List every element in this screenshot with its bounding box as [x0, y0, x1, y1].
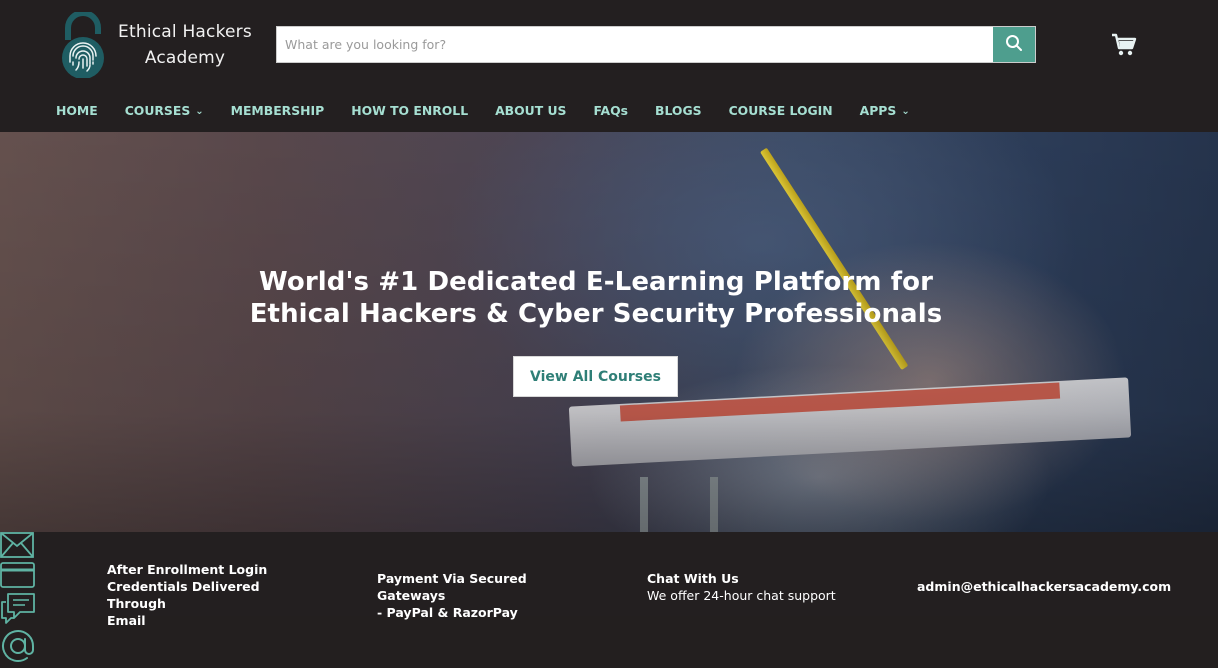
feature-contact[interactable]: admin@ethicalhackersacademy.com	[0, 579, 1218, 668]
feature-chat-title: Chat With Us	[647, 571, 739, 586]
at-sign-icon	[0, 630, 36, 668]
feature-email-line1: After Enrollment Login	[107, 562, 268, 577]
hero-title-line2: Ethical Hackers & Cyber Security Profess…	[249, 299, 943, 329]
feature-payment-text: Payment Via Secured Gateways - PayPal & …	[377, 570, 592, 621]
chat-bubbles-icon	[0, 593, 36, 628]
site-header: Ethical Hackers Academy HOME CO	[0, 0, 1218, 132]
main-nav: HOME COURSES ⌄ MEMBERSHIP HOW TO ENROLL A…	[56, 101, 937, 119]
chevron-down-icon: ⌄	[195, 105, 204, 117]
feature-email-text: After Enrollment Login Credentials Deliv…	[107, 561, 317, 629]
nav-item-label: BLOGS	[655, 102, 702, 118]
chevron-down-icon: ⌄	[901, 105, 910, 117]
hero-title-line1: World's #1 Dedicated E-Learning Platform…	[259, 267, 933, 297]
hero-title: World's #1 Dedicated E-Learning Platform…	[0, 266, 1192, 330]
nav-item-membership[interactable]: MEMBERSHIP	[231, 103, 325, 118]
hero-overlay	[0, 132, 1218, 532]
feature-email-line3: Email	[107, 613, 146, 628]
contact-email[interactable]: admin@ethicalhackersacademy.com	[917, 579, 1171, 594]
cart-icon	[1110, 33, 1138, 62]
search-input[interactable]	[277, 27, 993, 62]
brand-logo[interactable]: Ethical Hackers Academy	[59, 10, 259, 79]
feature-email-delivery: After Enrollment Login Credentials Deliv…	[0, 532, 1218, 628]
feature-payment-line2: - PayPal & RazorPay	[377, 605, 518, 620]
nav-item-label: ABOUT US	[495, 102, 567, 118]
brand-name: Ethical Hackers Academy	[115, 19, 255, 71]
nav-item-label: HOME	[56, 102, 98, 118]
brand-name-line1: Ethical Hackers	[118, 22, 252, 42]
fingerprint-lock-icon	[59, 10, 107, 79]
nav-item-label: COURSES	[124, 102, 191, 118]
nav-item-label: FAQs	[593, 102, 629, 118]
feature-contact-text: admin@ethicalhackersacademy.com	[917, 578, 1177, 595]
nav-item-label: MEMBERSHIP	[230, 102, 325, 118]
search-button[interactable]	[993, 27, 1035, 62]
brand-name-line2: Academy	[144, 48, 226, 68]
credit-card-icon	[0, 562, 35, 592]
envelope-icon	[0, 532, 34, 562]
nav-item-home[interactable]: HOME	[56, 103, 98, 118]
nav-item-blogs[interactable]: BLOGS	[655, 103, 702, 118]
nav-item-label: HOW TO ENROLL	[351, 102, 469, 118]
feature-email-line2: Credentials Delivered Through	[107, 579, 260, 611]
nav-item-apps[interactable]: APPS ⌄	[860, 103, 910, 118]
view-all-courses-button[interactable]: View All Courses	[513, 356, 678, 397]
hero-banner: World's #1 Dedicated E-Learning Platform…	[0, 132, 1218, 532]
search-bar	[276, 26, 1036, 63]
nav-item-faqs[interactable]: FAQs	[593, 103, 628, 118]
cart-button[interactable]	[1110, 32, 1138, 58]
feature-chat-text: Chat With Us We offer 24-hour chat suppo…	[647, 570, 847, 604]
nav-item-course-login[interactable]: COURSE LOGIN	[729, 103, 833, 118]
feature-chat-subtitle: We offer 24-hour chat support	[647, 588, 836, 603]
nav-item-label: APPS	[859, 102, 897, 118]
nav-item-about-us[interactable]: ABOUT US	[495, 103, 566, 118]
nav-item-courses[interactable]: COURSES ⌄	[125, 103, 204, 118]
nav-item-how-to-enroll[interactable]: HOW TO ENROLL	[351, 103, 468, 118]
search-icon	[1005, 34, 1023, 56]
nav-item-label: COURSE LOGIN	[728, 102, 833, 118]
features-strip: After Enrollment Login Credentials Deliv…	[0, 532, 1218, 662]
feature-payment-line1: Payment Via Secured Gateways	[377, 571, 527, 603]
